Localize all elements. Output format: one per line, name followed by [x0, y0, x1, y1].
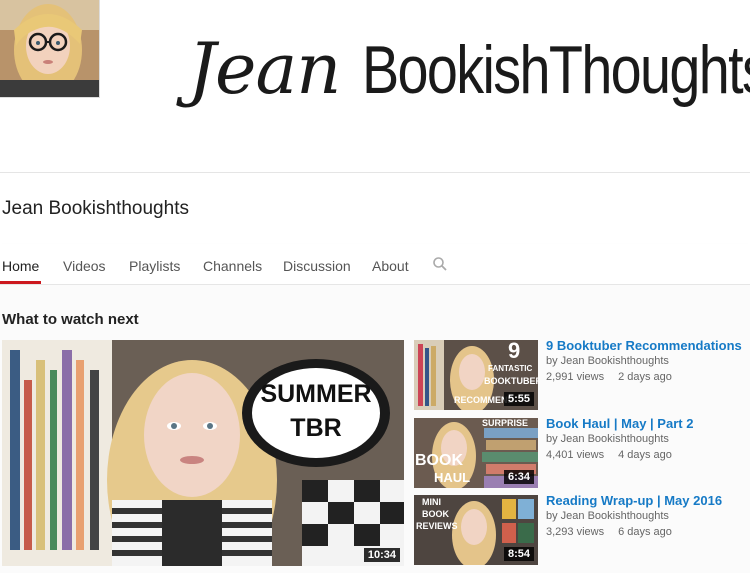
avatar[interactable]: [0, 0, 100, 98]
rec3-thumb-text-3: REVIEWS: [416, 521, 458, 531]
featured-thumbnail-image: [2, 340, 404, 566]
recommended-meta-2: 4,401 views 4 days ago: [546, 449, 672, 461]
recommended-duration-3: 8:54: [503, 547, 534, 561]
avatar-portrait: [0, 0, 99, 97]
recommended-channel-3[interactable]: by Jean Bookishthoughts: [546, 510, 669, 522]
rec2-thumb-text-1: SURPRISE: [482, 418, 529, 428]
recommended-video-1[interactable]: 9 FANTASTIC BOOKTUBER RECOMMEND 5:55 9 B…: [414, 338, 744, 410]
recommended-views-3: 3,293 views: [546, 526, 605, 538]
featured-video-thumbnail[interactable]: SUMMER TBR 10:34: [2, 340, 404, 566]
recommended-channel-1[interactable]: by Jean Bookishthoughts: [546, 355, 669, 367]
tab-discussion[interactable]: Discussion: [283, 258, 351, 274]
recommended-thumbnail-2[interactable]: SURPRISE BOOK HAUL 6:34: [414, 418, 538, 488]
rec3-thumb-text-2: BOOK: [422, 509, 449, 519]
recommended-duration-2: 6:34: [503, 470, 534, 484]
recommended-views-1: 2,991 views: [546, 371, 605, 383]
recommended-views-2: 4,401 views: [546, 449, 605, 461]
banner-title: Jean BookishThoughts: [188, 28, 750, 110]
rec3-thumb-text-1: MINI: [422, 497, 441, 507]
recommended-meta-1: 2,991 views 2 days ago: [546, 371, 672, 383]
tab-videos[interactable]: Videos: [63, 258, 106, 274]
featured-thumb-line1: SUMMER: [260, 380, 372, 408]
rec2-thumb-text-3: HAUL: [434, 470, 471, 485]
banner-script-text: Jean: [188, 28, 341, 110]
recommended-duration-1: 5:55: [503, 392, 534, 406]
recommended-age-3: 6 days ago: [618, 526, 672, 538]
section-title: What to watch next: [2, 311, 139, 328]
recommended-thumbnail-3[interactable]: MINI BOOK REVIEWS 8:54: [414, 495, 538, 565]
rec1-thumb-text-3: BOOKTUBER: [484, 376, 538, 386]
recommended-video-3[interactable]: MINI BOOK REVIEWS 8:54 Reading Wrap-up |…: [414, 493, 744, 565]
channel-name: Jean Bookishthoughts: [2, 198, 189, 219]
tab-about[interactable]: About: [372, 258, 409, 274]
rec2-thumb-text-2: BOOK: [415, 452, 463, 469]
featured-video-duration: 10:34: [363, 548, 400, 562]
rec1-thumb-text-1: 9: [508, 340, 521, 363]
recommended-title-1[interactable]: 9 Booktuber Recommendations: [546, 338, 742, 353]
banner-block-text: BookishThoughts: [362, 32, 750, 108]
featured-thumb-line2: TBR: [290, 414, 342, 442]
search-icon[interactable]: [432, 256, 448, 272]
rec1-thumb-text-2: FANTASTIC: [488, 364, 533, 373]
tab-channels[interactable]: Channels: [203, 258, 262, 274]
tab-home[interactable]: Home: [2, 258, 39, 274]
recommended-title-2[interactable]: Book Haul | May | Part 2: [546, 416, 693, 431]
channel-tabs: Home Videos Playlists Channels Discussio…: [0, 244, 750, 285]
recommended-thumbnail-1[interactable]: 9 FANTASTIC BOOKTUBER RECOMMEND 5:55: [414, 340, 538, 410]
channel-banner: Jean BookishThoughts: [0, 0, 750, 173]
recommended-age-1: 2 days ago: [618, 371, 672, 383]
recommended-channel-2[interactable]: by Jean Bookishthoughts: [546, 433, 669, 445]
recommended-video-2[interactable]: SURPRISE BOOK HAUL 6:34 Book Haul | May …: [414, 416, 744, 488]
recommended-age-2: 4 days ago: [618, 449, 672, 461]
tab-playlists[interactable]: Playlists: [129, 258, 180, 274]
recommended-title-3[interactable]: Reading Wrap-up | May 2016: [546, 493, 722, 508]
recommended-meta-3: 3,293 views 6 days ago: [546, 526, 672, 538]
tab-active-indicator: [0, 281, 41, 284]
